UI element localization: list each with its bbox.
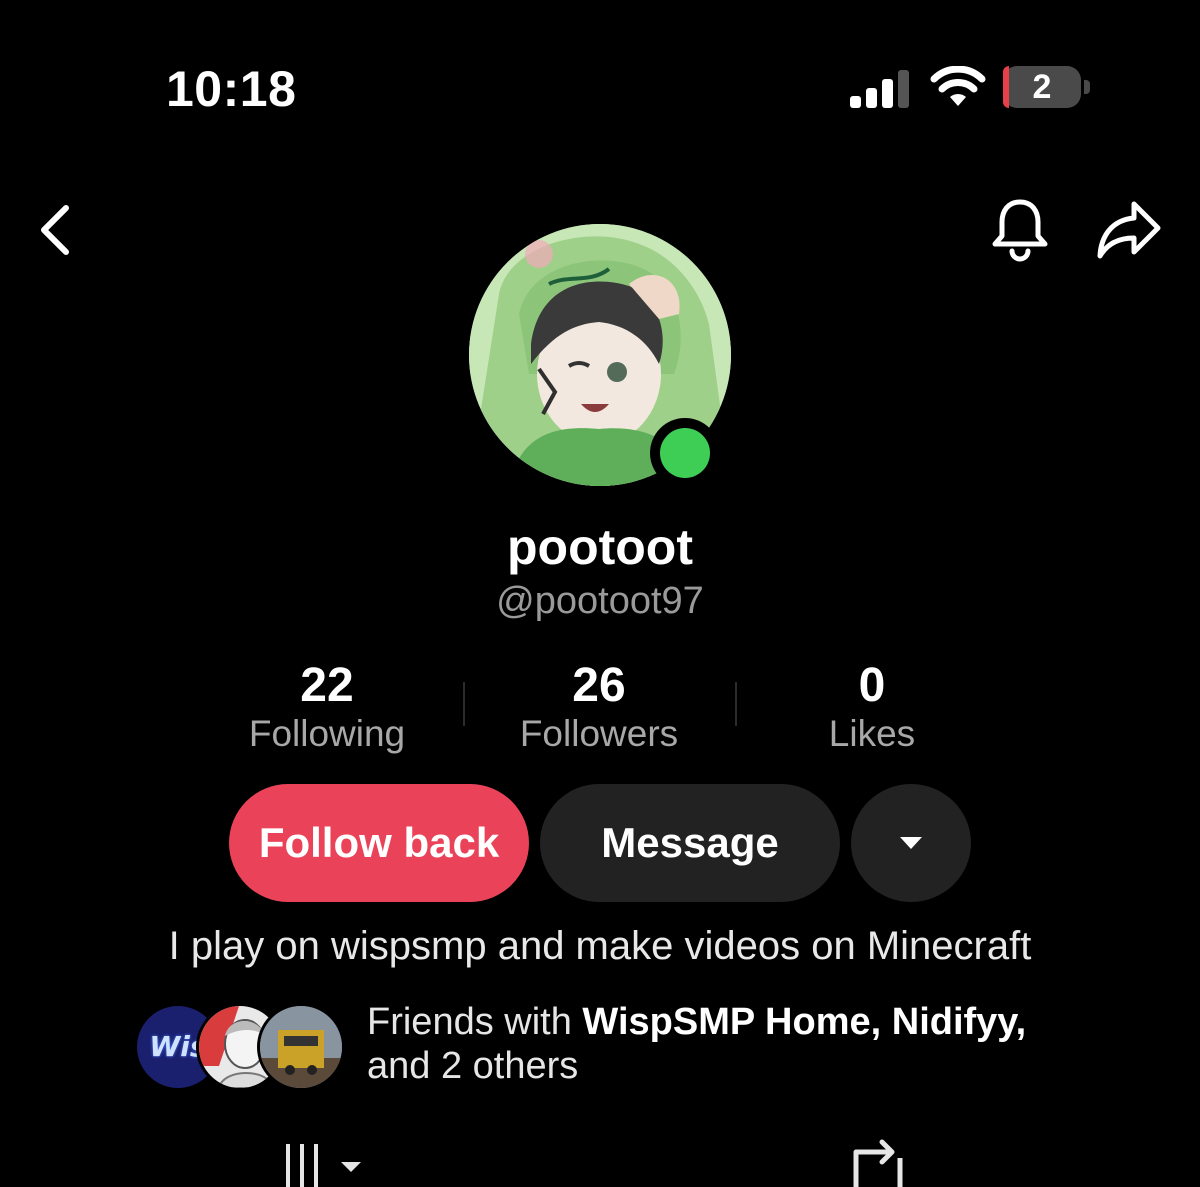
follow-back-button[interactable]: Follow back: [229, 784, 529, 902]
stat-value: 0: [858, 659, 886, 712]
repost-icon[interactable]: [848, 1138, 908, 1187]
stat-label: Following: [248, 713, 406, 754]
stat-label: Followers: [519, 713, 679, 754]
profile-bio: I play on wispsmp and make videos on Min…: [168, 924, 1032, 968]
chevron-down-icon: [900, 837, 922, 849]
mutual-friends-text[interactable]: Friends with WispSMP Home, Nidifyy, and …: [367, 1000, 1107, 1088]
stat-divider: [463, 682, 465, 726]
battery-indicator: 2: [1003, 66, 1081, 108]
status-time: 10:18: [166, 61, 297, 117]
stat-likes[interactable]: 0 Likes: [742, 658, 1002, 754]
grid-icon[interactable]: [284, 1140, 368, 1187]
back-icon[interactable]: [32, 200, 80, 260]
friends-prefix: Friends with: [367, 1001, 583, 1043]
friends-suffix: and 2 others: [367, 1045, 579, 1087]
friend-avatar-other[interactable]: [257, 1003, 345, 1091]
battery-tip: [1084, 80, 1090, 94]
message-button[interactable]: Message: [540, 784, 840, 902]
username-handle: @pootoot97: [496, 580, 704, 622]
cellular-signal-icon: [850, 70, 912, 108]
bell-icon[interactable]: [988, 196, 1052, 262]
stat-value: 22: [300, 659, 354, 712]
stat-following[interactable]: 22 Following: [197, 658, 457, 754]
stat-label: Likes: [828, 713, 916, 754]
stat-divider: [735, 682, 737, 726]
display-name: pootoot: [506, 519, 693, 575]
stat-value: 26: [572, 659, 626, 712]
more-options-button[interactable]: [851, 784, 971, 902]
battery-level: 2: [1032, 68, 1052, 106]
share-icon[interactable]: [1094, 196, 1164, 262]
online-status-indicator: [650, 418, 720, 488]
wifi-icon: [930, 66, 986, 106]
friends-names: WispSMP Home, Nidifyy,: [582, 1001, 1027, 1043]
stat-followers[interactable]: 26 Followers: [469, 658, 729, 754]
